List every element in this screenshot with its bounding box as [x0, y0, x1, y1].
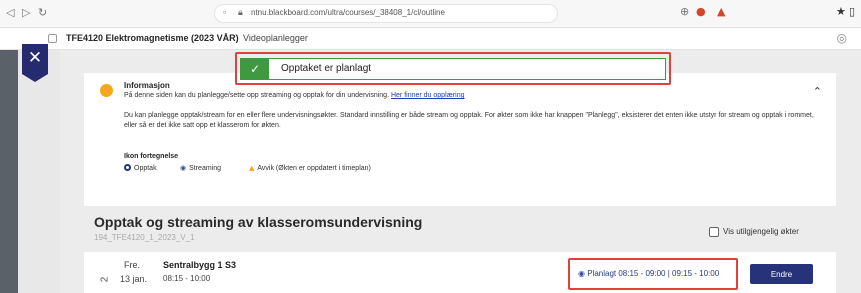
zoom-icon[interactable]: ⊕: [680, 5, 689, 19]
show-unavailable-checkbox[interactable]: [709, 227, 719, 237]
session-room: Sentralbygg 1 S3: [163, 260, 237, 270]
back-icon[interactable]: ◁: [6, 6, 14, 20]
url-text: ntnu.blackboard.com/ultra/courses/_38408…: [251, 8, 445, 17]
section-title: Opptak og streaming av klasseromsundervi…: [94, 214, 423, 230]
info-heading: Informasjon: [124, 81, 170, 90]
session-date: 13 jan.: [120, 274, 148, 284]
training-link[interactable]: Her finner du opplæring: [391, 92, 465, 99]
toast-highlight: [235, 52, 671, 85]
info-card: Informasjon På denne siden kan du planle…: [84, 73, 836, 206]
streaming-icon: ◉: [180, 164, 187, 172]
address-bar[interactable]: ▫ 🔒︎ ntnu.blackboard.com/ultra/courses/_…: [214, 4, 558, 23]
legend-heading: Ikon fortegnelse: [124, 153, 179, 160]
legend-avvik: ▲ Avvik (Økten er oppdatert i timeplan): [249, 164, 371, 172]
close-panel-button[interactable]: ✕: [22, 44, 48, 82]
show-unavailable-label[interactable]: Vis utilgjengelig økter: [723, 227, 799, 236]
tab-videoplanlegger[interactable]: Videoplanlegger: [243, 33, 308, 43]
legend-streaming-label: Streaming: [189, 165, 222, 172]
browser-toolbar: ◁ ▷ ↻ ▫ 🔒︎ ntnu.blackboard.com/ultra/cou…: [0, 0, 861, 28]
chevron-up-icon[interactable]: ⌃: [813, 85, 822, 98]
lock-icon: 🔒︎: [238, 7, 243, 17]
info-intro: På denne siden kan du planlegge/sette op…: [124, 92, 465, 99]
legend-avvik-label: Avvik (Økten er oppdatert i timeplan): [257, 165, 371, 172]
reload-icon[interactable]: ↻: [38, 6, 47, 20]
course-header: TFE4120 Elektromagnetisme (2023 VÅR) Vid…: [0, 28, 861, 50]
edit-button[interactable]: Endre: [750, 264, 813, 284]
info-icon: [100, 84, 113, 97]
page-icon: ▫: [223, 7, 227, 17]
sidebar-toggle-icon[interactable]: ▯: [849, 5, 855, 19]
session-number: 2: [99, 276, 111, 283]
left-gutter: [18, 50, 60, 293]
settings-icon[interactable]: ◎: [837, 31, 847, 45]
course-title: TFE4120 Elektromagnetisme (2023 VÅR): [66, 33, 239, 43]
session-time: 08:15 - 10:00: [163, 274, 211, 283]
section-subtitle: 194_TFE4120_1_2023_V_1: [94, 233, 195, 242]
left-rail: [0, 50, 18, 293]
extension-icon[interactable]: ●: [696, 5, 706, 19]
status-highlight: [568, 258, 738, 290]
session-day: Fre.: [124, 260, 141, 270]
window-icon: [48, 34, 57, 43]
info-intro-text: På denne siden kan du planlegge/sette op…: [124, 92, 390, 99]
alert-extension-icon[interactable]: ▲: [717, 5, 725, 19]
legend-streaming: ◉ Streaming: [180, 164, 221, 172]
recording-icon: [124, 164, 131, 171]
legend-opptak-label: Opptak: [134, 165, 157, 172]
warning-icon: ▲: [249, 164, 255, 172]
legend-opptak: Opptak: [124, 164, 157, 172]
info-paragraph: Du kan planlegge opptak/stream for en el…: [124, 112, 814, 129]
forward-icon[interactable]: ▷: [22, 6, 30, 20]
bookmark-icon[interactable]: ★: [836, 5, 846, 19]
